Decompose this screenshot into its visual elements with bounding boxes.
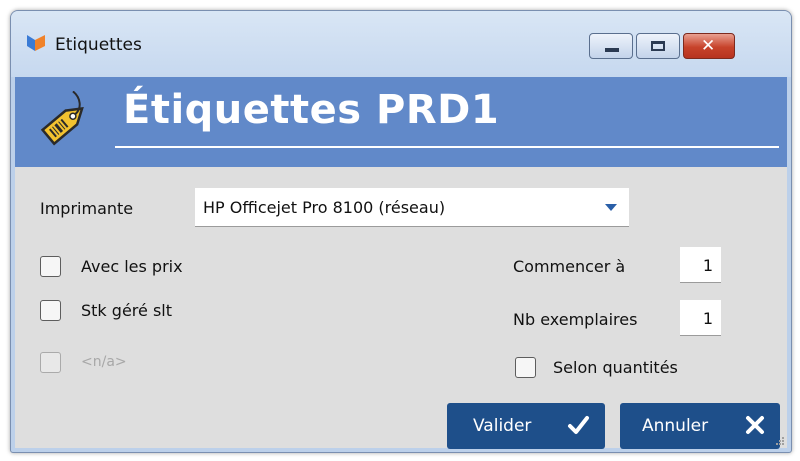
header-band: Étiquettes PRD1 — [15, 77, 787, 167]
printer-label: Imprimante — [40, 199, 134, 218]
window-title: Etiquettes — [55, 35, 142, 55]
chevron-down-icon[interactable] — [605, 204, 617, 211]
managed-stock-checkbox[interactable] — [40, 300, 61, 321]
with-prices-label[interactable]: Avec les prix — [81, 257, 183, 276]
managed-stock-label[interactable]: Stk géré slt — [81, 301, 172, 320]
close-x-icon — [746, 416, 764, 434]
page-title: Étiquettes PRD1 — [123, 87, 500, 133]
na-label: <n/a> — [81, 354, 127, 370]
copies-input[interactable]: 1 — [680, 300, 721, 336]
by-quantity-label[interactable]: Selon quantités — [553, 358, 678, 377]
close-icon: ✕ — [701, 36, 716, 56]
validate-button[interactable]: Valider — [447, 403, 605, 449]
form-area: Imprimante HP Officejet Pro 8100 (réseau… — [15, 167, 787, 449]
start-at-input[interactable]: 1 — [680, 247, 721, 283]
validate-label: Valider — [473, 416, 532, 436]
dialog-window: Etiquettes ✕ Étiquettes PRD1 Imprimante … — [10, 10, 792, 453]
minimize-button[interactable] — [589, 33, 633, 59]
cancel-label: Annuler — [642, 416, 709, 436]
resize-grip-icon[interactable] — [775, 436, 785, 446]
minimize-icon — [605, 48, 619, 52]
start-at-label: Commencer à — [513, 257, 626, 276]
title-bar[interactable]: Etiquettes ✕ — [11, 11, 791, 77]
with-prices-checkbox[interactable] — [40, 256, 61, 277]
printer-value: HP Officejet Pro 8100 (réseau) — [203, 198, 446, 217]
cancel-button[interactable]: Annuler — [620, 403, 780, 449]
by-quantity-checkbox[interactable] — [515, 357, 536, 378]
maximize-icon — [651, 41, 665, 51]
copies-label: Nb exemplaires — [513, 310, 638, 329]
price-tag-icon — [40, 91, 84, 146]
app-logo-icon — [27, 35, 45, 51]
na-checkbox — [40, 352, 61, 373]
maximize-button[interactable] — [636, 33, 680, 59]
printer-select[interactable]: HP Officejet Pro 8100 (réseau) — [195, 188, 629, 227]
checkmark-icon — [568, 416, 589, 434]
title-underline — [115, 146, 779, 148]
close-button[interactable]: ✕ — [683, 33, 735, 59]
